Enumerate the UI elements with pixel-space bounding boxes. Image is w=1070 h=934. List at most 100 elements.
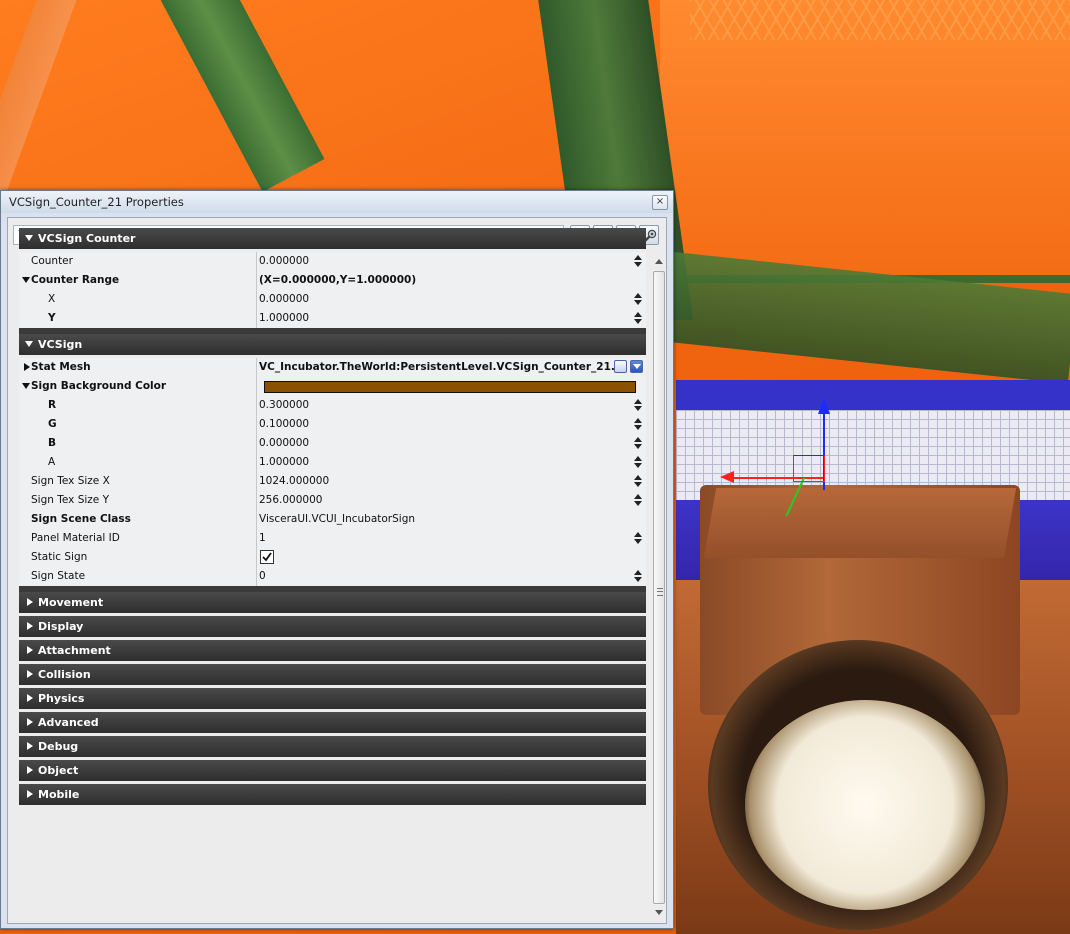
property-row-sign-background-color[interactable]: Sign Background Color [19,377,646,396]
static-sign-checkbox[interactable] [260,550,274,564]
category-label: Collision [38,668,91,681]
category-vcsign-counter[interactable]: VCSign Counter [19,228,646,249]
property-value[interactable]: 1.000000 [259,456,614,468]
vertical-scrollbar[interactable] [652,256,666,919]
property-row-x[interactable]: X 0.000000 [19,290,646,309]
scroll-up-arrow-icon[interactable] [655,259,663,264]
property-row-r[interactable]: R 0.300000 [19,396,646,415]
property-value[interactable]: 0.300000 [259,399,614,411]
property-name: A [48,456,56,468]
category-movement[interactable]: Movement [19,592,646,613]
property-row-y[interactable]: Y 1.000000 [19,309,646,328]
spinner-icon[interactable] [633,292,643,307]
property-row-g[interactable]: G 0.100000 [19,415,646,434]
spinner-icon[interactable] [633,311,643,326]
collapse-arrow-icon[interactable] [22,277,30,283]
property-value: VC_Incubator.TheWorld:PersistentLevel.VC… [259,361,614,373]
close-button[interactable]: × [652,195,668,210]
title-bar[interactable]: VCSign_Counter_21 Properties × [1,191,673,213]
expand-arrow-icon [27,598,33,606]
property-row-stat-mesh[interactable]: Stat Mesh VC_Incubator.TheWorld:Persiste… [19,358,646,377]
property-value[interactable]: 0.100000 [259,418,614,430]
category-label: Mobile [38,788,80,801]
expand-arrow-icon[interactable] [24,363,30,371]
category-physics[interactable]: Physics [19,688,646,709]
property-row-sign-tex-size-x[interactable]: Sign Tex Size X 1024.000000 [19,472,646,491]
spinner-icon[interactable] [633,474,643,489]
property-value[interactable]: 256.000000 [259,494,614,506]
spinner-icon[interactable] [633,531,643,546]
property-row-counter-range[interactable]: Counter Range (X=0.000000,Y=1.000000) [19,271,646,290]
property-name: Static Sign [31,551,88,563]
property-name: B [48,437,57,449]
category-label: Display [38,620,84,633]
collapse-arrow-icon[interactable] [22,383,30,389]
category-label: Attachment [38,644,111,657]
category-debug[interactable]: Debug [19,736,646,757]
property-value[interactable]: 1 [259,532,614,544]
viewport-lens [745,700,985,910]
property-name: Counter Range [31,274,120,286]
property-name: Sign Background Color [31,380,167,392]
property-name: Panel Material ID [31,532,120,544]
property-name: Stat Mesh [31,361,91,373]
property-row-static-sign[interactable]: Static Sign [19,548,646,567]
property-value[interactable]: 1024.000000 [259,475,614,487]
viewport-sign-mesh-top [703,488,1017,558]
spinner-icon[interactable] [633,436,643,451]
collapse-arrow-icon [25,235,33,241]
property-name: Sign Scene Class [31,513,131,525]
property-value[interactable]: VisceraUI.VCUI_IncubatorSign [259,513,614,525]
category-label: Advanced [38,716,99,729]
property-name: X [48,293,56,305]
category-vcsign[interactable]: VCSign [19,334,646,355]
browse-button[interactable] [614,360,627,373]
spinner-icon[interactable] [633,569,643,584]
category-attachment[interactable]: Attachment [19,640,646,661]
category-label: VCSign Counter [38,232,136,245]
spinner-icon[interactable] [633,398,643,413]
property-row-a[interactable]: A 1.000000 [19,453,646,472]
gizmo-plane-handle[interactable] [793,455,825,482]
color-swatch[interactable] [264,381,636,393]
property-row-sign-scene-class[interactable]: Sign Scene Class VisceraUI.VCUI_Incubato… [19,510,646,529]
category-mobile[interactable]: Mobile [19,784,646,805]
category-label: Debug [38,740,79,753]
collapse-arrow-icon [25,341,33,347]
category-advanced[interactable]: Advanced [19,712,646,733]
category-label: VCSign [38,338,83,351]
property-value[interactable]: 0.000000 [259,255,614,267]
spinner-icon[interactable] [633,493,643,508]
spinner-icon[interactable] [633,417,643,432]
category-label: Object [38,764,79,777]
gizmo-x-arrow-icon[interactable] [720,471,734,483]
spinner-icon[interactable] [633,455,643,470]
scrollbar-thumb[interactable] [653,271,665,904]
dropdown-button[interactable] [630,360,643,373]
expand-arrow-icon [27,718,33,726]
expand-arrow-icon [27,622,33,630]
property-row-sign-tex-size-y[interactable]: Sign Tex Size Y 256.000000 [19,491,646,510]
property-value: (X=0.000000,Y=1.000000) [259,274,417,286]
scroll-down-arrow-icon[interactable] [655,910,663,915]
property-value[interactable]: 0.000000 [259,437,614,449]
property-row-b[interactable]: B 0.000000 [19,434,646,453]
property-name: G [48,418,57,430]
property-value[interactable]: 0 [259,570,614,582]
property-name: Counter [31,255,73,267]
property-row-panel-material-id[interactable]: Panel Material ID 1 [19,529,646,548]
property-row-sign-state[interactable]: Sign State 0 [19,567,646,586]
viewport-orange-panel [660,0,1070,283]
property-name: Sign Tex Size Y [31,494,110,506]
property-row-counter[interactable]: Counter 0.000000 [19,252,646,271]
property-value[interactable]: 1.000000 [259,312,614,324]
spinner-icon[interactable] [633,254,643,269]
grip-icon [657,588,663,596]
property-tree: VCSign Counter Counter 0.000000 Counter … [19,228,646,885]
property-name: Sign State [31,570,86,582]
gizmo-z-arrow-icon[interactable] [818,398,830,414]
category-collision[interactable]: Collision [19,664,646,685]
category-object[interactable]: Object [19,760,646,781]
property-value[interactable]: 0.000000 [259,293,614,305]
category-display[interactable]: Display [19,616,646,637]
